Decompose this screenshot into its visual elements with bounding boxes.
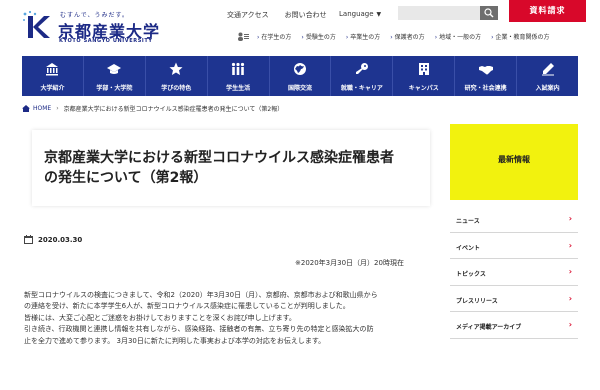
students-icon	[232, 62, 245, 75]
nav-item-about[interactable]: 大学紹介	[22, 56, 84, 96]
university-icon	[46, 63, 59, 76]
article-body: 新型コロナウイルスの検査につきまして、令和2（2020）年3月30日（月）、京都…	[24, 290, 434, 347]
audience-links: › 在学生の方 › 受験生の方 › 卒業生の方 › 保護者の方 › 地域・一般の方 › 企業…	[237, 30, 560, 42]
nav-label: 大学紹介	[40, 85, 65, 92]
key-icon	[355, 63, 368, 74]
graduation-cap-icon	[107, 64, 122, 74]
nav-item-faculties[interactable]: 学部・大学院	[84, 56, 146, 96]
audience-link-students[interactable]: › 在学生の方	[257, 32, 291, 41]
sidebar-list: ニュース › イベント › トピックス › プレスリリース › メディア掲載アー…	[450, 206, 578, 339]
nav-item-features[interactable]: 学びの特色	[146, 56, 208, 96]
sidebar-item-events[interactable]: イベント ›	[450, 233, 578, 259]
as-of-note: ※2020年3月30日（月）20時現在	[295, 259, 404, 267]
breadcrumb-current: 京都産業大学における新型コロナウイルス感染症罹患者の発生について（第2報）	[63, 106, 284, 113]
chevron-right-icon: ›	[568, 293, 572, 303]
body-line: 新型コロナウイルスの検査につきまして、令和2（2020）年3月30日（月）、京都…	[24, 291, 378, 299]
handshake-icon	[478, 66, 493, 75]
search-button[interactable]	[480, 6, 498, 20]
top-links: 交通アクセス お問い合わせ	[227, 10, 343, 22]
chevron-right-icon: ›	[434, 33, 438, 41]
latest-news-title: 最新情報	[498, 155, 530, 164]
nav-label: 入試案内	[535, 85, 560, 92]
logo-english-name: KYOTO SANGYO UNIVERSITY	[59, 38, 153, 44]
breadcrumb: HOME › 京都産業大学における新型コロナウイルス感染症罹患者の発生について（…	[22, 104, 283, 113]
nav-label: キャンパス	[408, 85, 439, 92]
logo-mark-icon	[23, 10, 50, 38]
article-date: 2020.03.30	[24, 235, 82, 244]
person-icon	[238, 32, 249, 41]
nav-label: 学部・大学院	[96, 85, 133, 92]
page-title: 京都産業大学における新型コロナウイルス感染症罹患者の発生について（第2報）	[44, 150, 394, 186]
body-line: 止を全力で進めて参ります。 3月30日に新たに判明した事実および本学の対応をお伝…	[24, 336, 326, 345]
language-selector[interactable]: Language ▼	[339, 10, 381, 18]
chevron-down-icon: ▼	[376, 11, 382, 18]
chevron-right-icon: ›	[301, 33, 304, 41]
chevron-right-icon: ›	[345, 33, 349, 41]
sidebar-item-media-archive[interactable]: メディア掲載アーカイブ ›	[450, 312, 578, 339]
site-header: むすんで、うみだす。 京都産業大学 KYOTO SANGYO UNIVERSIT…	[0, 0, 600, 56]
sidebar-item-news[interactable]: ニュース ›	[450, 206, 578, 233]
chevron-right-icon: ›	[568, 320, 572, 329]
star-icon	[169, 62, 183, 75]
nav-label: 学びの特色	[161, 85, 192, 92]
nav-item-research[interactable]: 研究・社会連携	[455, 56, 518, 96]
nav-item-student-life[interactable]: 学生生活	[208, 56, 270, 96]
nav-label: 学生生活	[226, 85, 251, 92]
sidebar-item-label: イベント	[456, 244, 481, 252]
university-logo[interactable]: むすんで、うみだす。 京都産業大学 KYOTO SANGYO UNIVERSIT…	[22, 8, 192, 48]
nav-item-career[interactable]: 就職・キャリア	[331, 56, 394, 96]
nav-label: 国際交流	[288, 85, 313, 92]
nav-label: 研究・社会連携	[464, 85, 507, 92]
breadcrumb-home-link[interactable]: HOME	[33, 105, 51, 112]
sidebar-item-label: ニュース	[456, 218, 480, 225]
access-link[interactable]: 交通アクセス	[227, 10, 269, 22]
audience-link-business[interactable]: › 企業・教育関係の方	[491, 32, 549, 41]
contact-link[interactable]: お問い合わせ	[285, 10, 327, 22]
nav-item-campus[interactable]: キャンパス	[393, 56, 456, 96]
chevron-right-icon: ›	[390, 33, 393, 41]
audience-link-parents[interactable]: › 保護者の方	[390, 32, 424, 41]
chevron-right-icon: ›	[491, 33, 494, 41]
latest-news-header: 最新情報	[450, 124, 578, 200]
sidebar-item-label: メディア掲載アーカイブ	[456, 324, 522, 331]
sidebar-item-topics[interactable]: トピックス ›	[450, 259, 578, 286]
search-input[interactable]	[398, 6, 480, 20]
nav-item-admissions[interactable]: 入試案内	[517, 56, 578, 96]
breadcrumb-separator-icon: ›	[56, 105, 59, 112]
body-line: の連絡を受け、新たに本学学生6人が、新型コロナウイルス感染症に罹患していることが…	[24, 302, 350, 311]
search-icon	[484, 8, 494, 18]
article-title-box: 京都産業大学における新型コロナウイルス感染症罹患者の発生について（第2報）	[32, 130, 430, 206]
request-materials-button[interactable]: 資料請求	[509, 0, 586, 22]
chevron-right-icon: ›	[568, 214, 572, 223]
nav-item-international[interactable]: 国際交流	[270, 56, 332, 96]
calendar-icon	[24, 235, 33, 244]
article-date-text: 2020.03.30	[38, 235, 83, 244]
audience-link-alumni[interactable]: › 卒業生の方	[346, 32, 380, 41]
language-label: Language	[339, 10, 374, 18]
body-line: 引き続き、行政機関と連携し情報を共有しながら、感染経路、接触者の有無、立ち寄り先…	[24, 325, 374, 334]
audience-link-applicants[interactable]: › 受験生の方	[301, 32, 335, 41]
home-icon	[22, 105, 30, 112]
chevron-right-icon: ›	[257, 33, 260, 41]
globe-icon	[294, 63, 306, 75]
building-icon	[418, 63, 429, 75]
chevron-right-icon: ›	[568, 267, 572, 276]
sidebar-item-label: トピックス	[456, 271, 486, 278]
pencil-icon	[541, 63, 554, 76]
sidebar-item-press-releases[interactable]: プレスリリース ›	[450, 286, 578, 312]
chevron-right-icon: ›	[568, 240, 572, 250]
nav-label: 就職・キャリア	[340, 85, 383, 92]
body-line: 皆様には、大変ご心配とご迷惑をお掛けしておりますことを深くお詫び申し上げます。	[24, 313, 296, 322]
sidebar-item-label: プレスリリース	[456, 297, 498, 305]
audience-link-community[interactable]: › 地域・一般の方	[435, 32, 481, 41]
main-nav: 大学紹介 学部・大学院 学びの特色 学生生活 国際交流 就職・キャリア キャンパ…	[22, 56, 578, 96]
